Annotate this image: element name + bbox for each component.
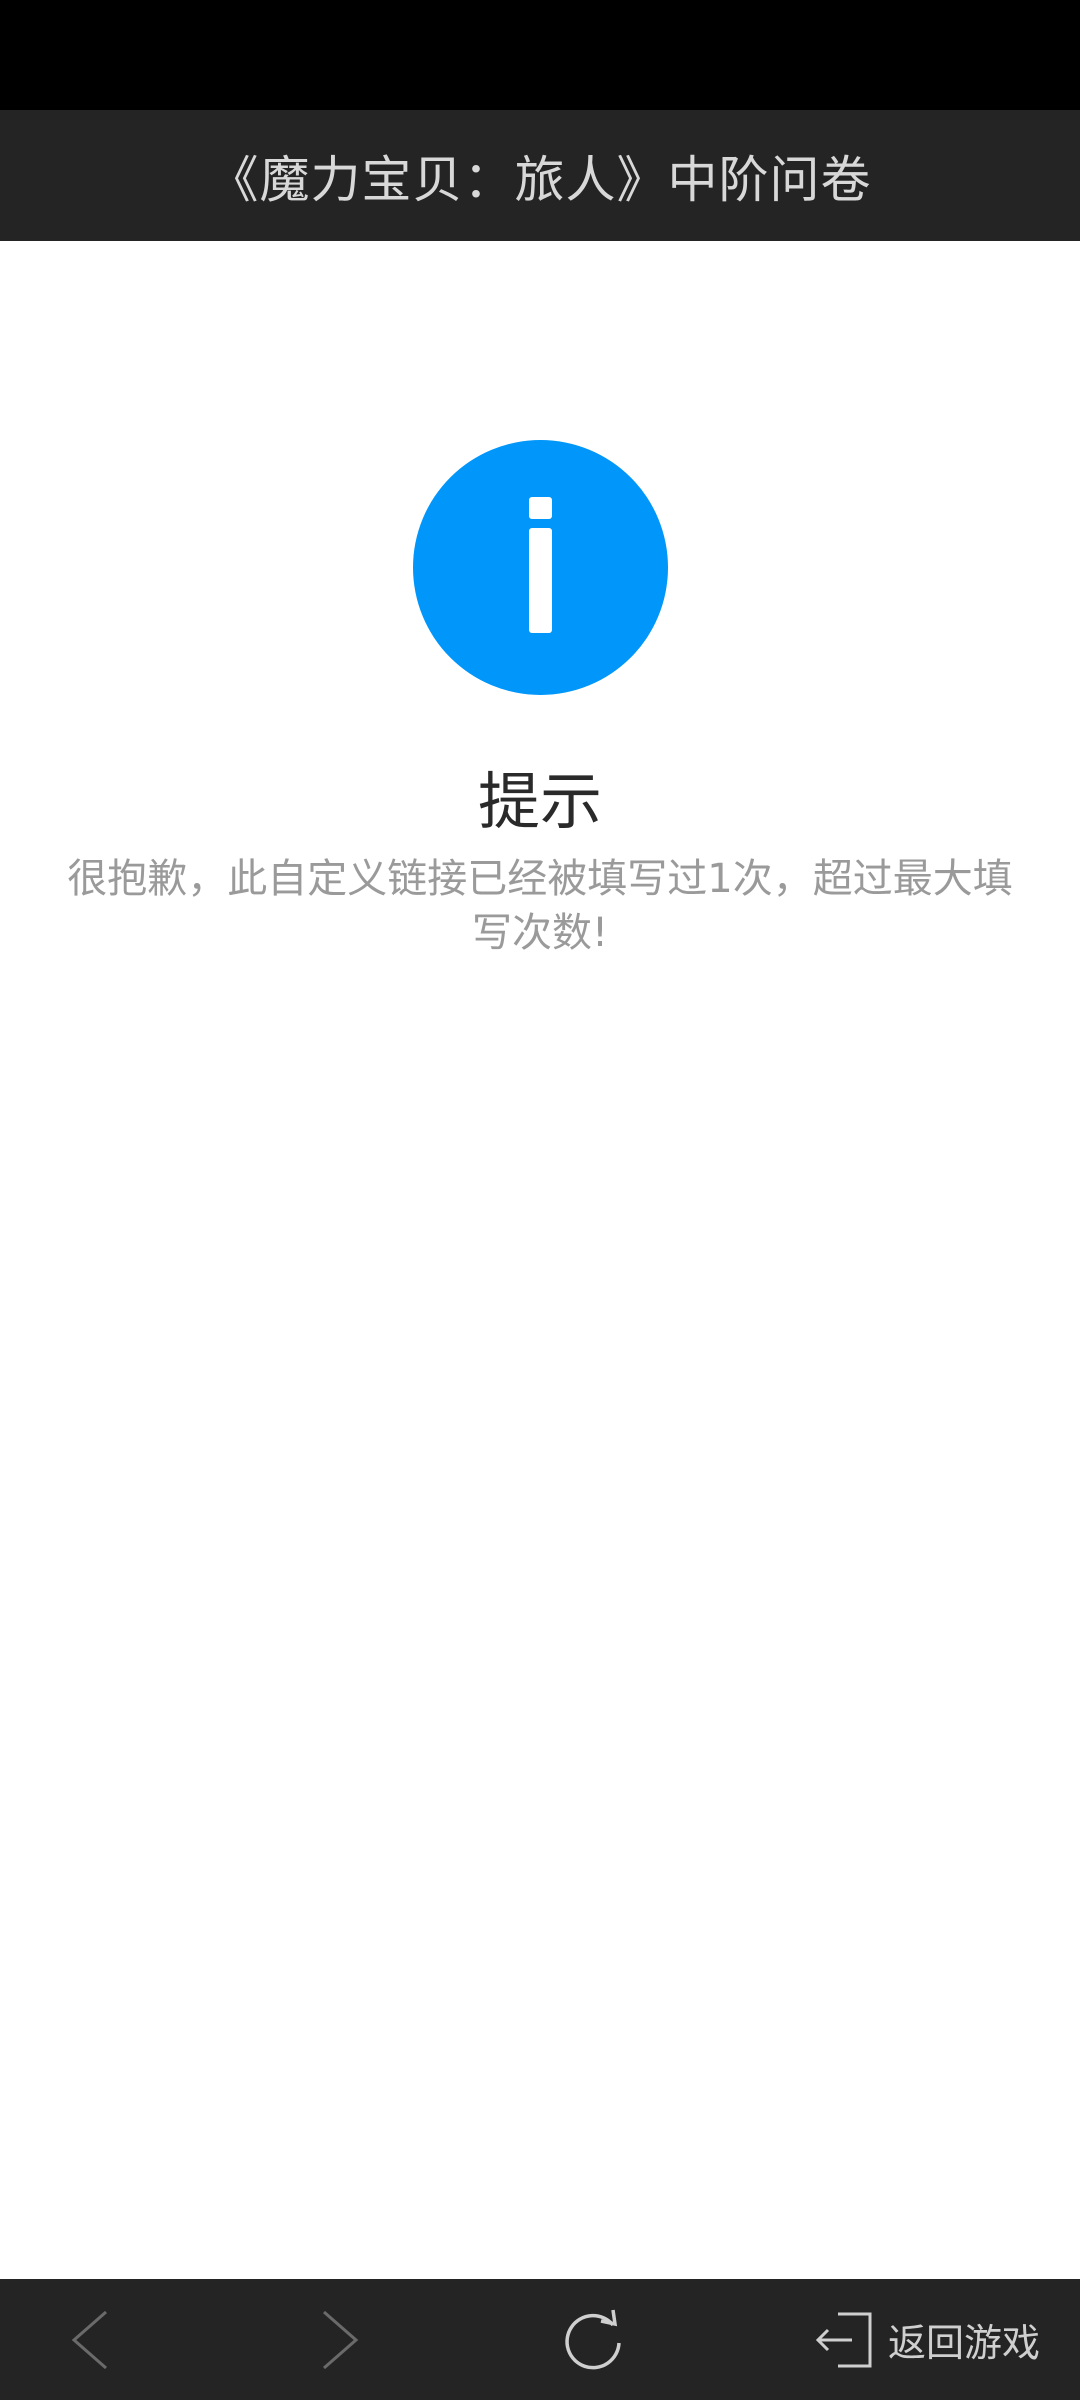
back-button[interactable] xyxy=(40,2279,140,2400)
forward-button[interactable] xyxy=(290,2279,390,2400)
content-area: 提示 很抱歉，此自定义链接已经被填写过1次，超过最大填写次数! xyxy=(0,241,1080,2279)
info-icon xyxy=(413,440,668,695)
title-bar: 《魔力宝贝：旅人》中阶问卷 xyxy=(0,110,1080,241)
return-to-game-label: 返回游戏 xyxy=(888,2321,1041,2365)
info-icon-stem xyxy=(529,528,552,633)
status-bar xyxy=(0,0,1080,110)
notice-title: 提示 xyxy=(477,765,602,838)
return-to-game-button[interactable]: 返回游戏 xyxy=(812,2279,1062,2400)
chevron-right-icon xyxy=(323,2310,359,2369)
bottom-nav-bar: 返回游戏 xyxy=(0,2279,1080,2400)
info-icon-dot xyxy=(529,497,552,519)
notice-message: 很抱歉，此自定义链接已经被填写过1次，超过最大填写次数! xyxy=(67,856,1013,956)
refresh-icon xyxy=(565,2309,621,2369)
exit-icon xyxy=(815,2312,872,2367)
chevron-left-icon xyxy=(71,2310,107,2369)
refresh-button[interactable] xyxy=(544,2279,644,2400)
page-title: 《魔力宝贝：旅人》中阶问卷 xyxy=(208,150,872,209)
